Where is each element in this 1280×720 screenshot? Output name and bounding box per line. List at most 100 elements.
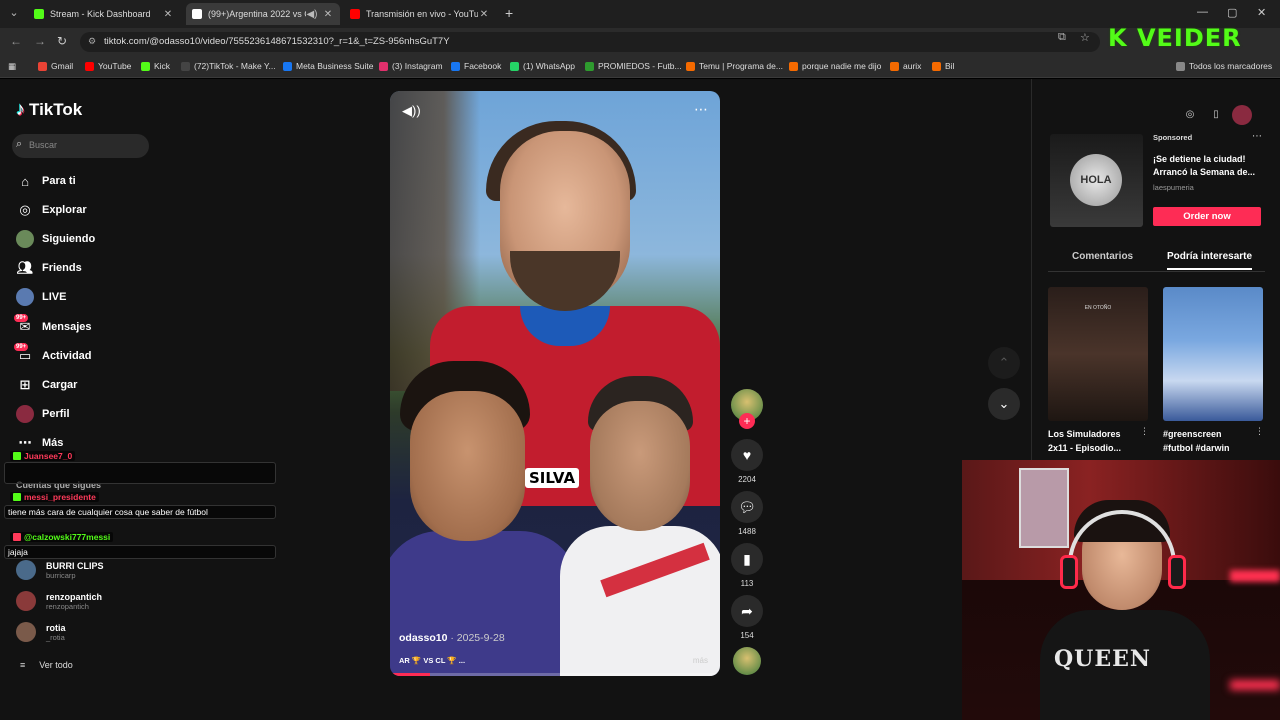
bookmark-porque[interactable]: porque nadie me dijo [789,61,881,71]
browser-tab-tiktok[interactable]: (99+)Argentina 2022 vs Ch ◀) ✕ [186,3,340,25]
tab-comentarios[interactable]: Comentarios [1072,251,1133,262]
account-name: renzopantich [46,591,103,602]
heart-icon: ♥ [731,439,763,471]
menu-item-actividad[interactable]: ▭ 99+ Actividad [14,343,92,367]
new-tab-button[interactable]: + [505,5,513,21]
comment-button[interactable]: 💬︎ 1488 [731,491,763,536]
maximize-icon[interactable]: ▢ [1227,6,1237,19]
suggested-video-thumbnail[interactable] [1163,287,1263,421]
bookmark-temu[interactable]: Temu | Programa de... [686,61,783,71]
tab-search-chevron-icon[interactable]: ⌄ [6,5,22,21]
tab-close-icon[interactable]: ✕ [478,9,490,20]
menu-item-cargar[interactable]: ⊞ Cargar [16,374,78,396]
menu-item-mensajes[interactable]: ✉ 99+ Mensajes [14,314,92,338]
tab-close-icon[interactable]: ✕ [322,9,334,20]
share-button[interactable]: ➦ 154 [731,595,763,640]
apps-grid-icon[interactable]: ▦ [8,61,16,72]
tab-close-icon[interactable]: ✕ [162,9,174,20]
account-handle: renzopantich [46,601,89,611]
menu-item-siguiendo[interactable]: Siguiendo [16,228,95,250]
tab-podria-interesarte[interactable]: Podría interesarte [1167,251,1253,270]
browser-tab-youtube[interactable]: Transmisión en vivo - YouTube ✕ [344,3,496,25]
volume-icon[interactable]: ◀)) [402,103,421,119]
chevron-up-icon: ⌃ [998,355,1010,370]
see-all-button[interactable]: ≡ Ver todo [20,660,87,670]
video-author[interactable]: odasso10 · 2025-9-28 [399,632,505,644]
follow-plus-icon[interactable]: + [739,413,755,429]
ad-image[interactable]: HOLA [1050,134,1143,227]
url-omnibox[interactable]: ⚙ tiktok.com/@odasso10/video/75552361486… [80,32,1100,52]
ad-more-icon[interactable]: ⋯ [1252,131,1262,142]
bookmark-kick[interactable]: Kick [141,61,170,71]
order-now-button[interactable]: Order now [1153,207,1261,226]
tiktok-logo[interactable]: ♪ TikTok [16,99,82,120]
kick-favicon-icon [34,9,44,19]
followed-account[interactable]: rotia _rotia [16,620,66,644]
followed-account[interactable]: BURRI CLIPS burricarp [16,558,104,582]
browser-tab-kick[interactable]: Stream - Kick Dashboard ✕ [28,3,180,25]
chat-message: jajaja [4,545,276,559]
live-icon [16,288,34,306]
bookmark-youtube[interactable]: YouTube [85,61,131,71]
menu-item-explorar[interactable]: ◎ Explorar [16,199,86,221]
menu-item-perfil[interactable]: Perfil [16,403,70,425]
shirt-print: QUEEN [1054,646,1151,672]
caption-more-button[interactable]: más [693,656,708,665]
bookmark-whatsapp[interactable]: (1) WhatsApp [510,61,575,71]
coin-icon[interactable]: ◎ [1180,105,1200,125]
save-button[interactable]: ▮ 113 [731,543,763,588]
chat-message-box [4,462,276,484]
previous-video-button[interactable]: ⌃ [988,347,1020,379]
all-bookmarks-folder[interactable]: Todos los marcadores [1176,61,1272,71]
video-player[interactable]: SILVA ◀)) ⋯ odasso10 · 2025-9-28 AR 🏆 VS… [390,91,720,676]
menu-item-friends[interactable]: 👥︎ Friends [16,257,82,279]
minimize-icon[interactable]: — [1197,6,1208,18]
reload-icon[interactable]: ↻ [57,34,67,48]
bookmark-tiktok[interactable]: (72)TikTok - Make Y... [181,61,276,71]
promiedos-icon [585,61,594,71]
bookmark-star-icon[interactable]: ☆ [1080,31,1090,44]
device-icon[interactable]: ▯ [1206,105,1226,125]
suggested-video-title[interactable]: Los Simuladores 2x11 - Episodio... [1048,427,1138,455]
next-video-button[interactable]: ⌄ [988,388,1020,420]
bookmark-meta[interactable]: Meta Business Suite [283,61,373,71]
tiktok-favicon-icon [192,9,202,19]
user-avatar[interactable] [1232,105,1252,125]
search-icon: ⌕ [16,138,23,150]
forward-icon[interactable]: → [34,34,46,48]
install-app-icon[interactable]: ⧉ [1058,31,1066,44]
bookmark-bil[interactable]: Bil [932,61,954,71]
suggested-video-title[interactable]: #greenscreen #futbol #darwin [1163,427,1253,455]
back-icon[interactable]: ← [10,34,22,48]
bookmark-facebook[interactable]: Facebook [451,61,501,71]
friends-icon: 👥︎ [16,260,34,275]
tab-audio-icon[interactable]: ◀) [306,9,318,20]
followed-account[interactable]: renzopantich renzopantich [16,589,102,613]
author-name[interactable]: odasso10 [399,632,447,644]
tab-divider [1048,271,1265,272]
bookmark-aurix[interactable]: aurix [890,61,921,71]
suggested-more-icon[interactable]: ⋮ [1140,426,1149,437]
like-button[interactable]: ♥ 2204 [731,439,763,484]
ad-title[interactable]: ¡Se detiene la ciudad! Arrancó la Semana… [1153,153,1265,179]
more-icon: ⋯ [18,435,32,450]
share-icon: ➦ [731,595,763,627]
folder-icon [1176,61,1185,71]
suggested-video-thumbnail[interactable]: EN OTOÑO [1048,287,1148,421]
music-disc-avatar[interactable] [733,647,761,675]
video-progress-bar[interactable] [390,673,720,676]
close-window-icon[interactable]: ✕ [1257,6,1266,19]
more-options-icon[interactable]: ⋯ [694,101,708,118]
bookmark-instagram[interactable]: (3) Instagram [379,61,443,71]
menu-item-para-ti[interactable]: ⌂ Para ti [16,170,76,192]
menu-item-live[interactable]: LIVE [16,286,66,308]
ad-brand[interactable]: laespumeria [1153,183,1194,192]
search-input[interactable]: ⌕ Buscar [12,134,149,158]
menu-label: Actividad [42,350,92,362]
bookmark-label: Todos los marcadores [1189,61,1273,71]
site-info-icon[interactable]: ⚙ [88,36,96,47]
bookmark-promiedos[interactable]: PROMIEDOS - Futb... [585,61,682,71]
bookmark-gmail[interactable]: Gmail [38,61,73,71]
url-text[interactable]: tiktok.com/@odasso10/video/7555236148671… [104,36,450,47]
suggested-more-icon[interactable]: ⋮ [1255,426,1264,437]
